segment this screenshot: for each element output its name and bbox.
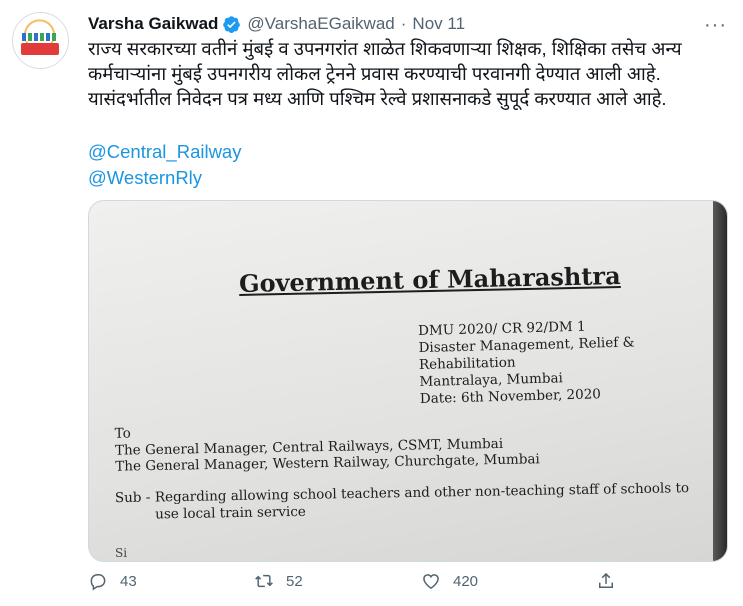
reply-icon bbox=[90, 574, 106, 591]
retweet-count: 52 bbox=[286, 572, 303, 590]
document-title: Government of Maharashtra bbox=[238, 261, 621, 298]
like-count: 420 bbox=[453, 572, 479, 590]
like-button[interactable]: 420 bbox=[421, 571, 478, 591]
subject-label: Sub - bbox=[114, 489, 151, 507]
document-cut-text: Si bbox=[115, 546, 128, 560]
reply-count: 43 bbox=[120, 572, 137, 590]
document-subject: Sub - Regarding allowing school teachers … bbox=[115, 480, 706, 524]
avatar-band bbox=[21, 43, 59, 55]
tweet-date[interactable]: Nov 11 bbox=[412, 14, 465, 34]
mention-western-rly[interactable]: @WesternRly bbox=[88, 167, 202, 189]
more-icon[interactable]: ··· bbox=[704, 14, 727, 37]
tweet-actions: 43 52 420 bbox=[88, 571, 648, 599]
verified-badge-icon bbox=[223, 15, 241, 33]
separator-dot: · bbox=[400, 14, 407, 33]
retweet-icon bbox=[255, 574, 273, 588]
retweet-button[interactable]: 52 bbox=[254, 571, 303, 591]
tweet-image[interactable]: Government of Maharashtra DMU 2020/ CR 9… bbox=[88, 200, 728, 562]
author-name[interactable]: Varsha Gaikwad bbox=[88, 14, 218, 34]
author-handle[interactable]: @VarshaEGaikwad bbox=[247, 14, 394, 34]
document-recipients: To The General Manager, Central Railways… bbox=[115, 418, 540, 475]
reply-button[interactable]: 43 bbox=[88, 571, 137, 591]
subject-text: Regarding allowing school teachers and o… bbox=[154, 480, 690, 523]
document-reference: DMU 2020/ CR 92/DM 1 Disaster Management… bbox=[418, 315, 727, 408]
share-button[interactable] bbox=[596, 571, 616, 591]
tweet-header: Varsha Gaikwad @VarshaEGaikwad · Nov 11 bbox=[88, 13, 733, 35]
document-photo: Government of Maharashtra DMU 2020/ CR 9… bbox=[89, 201, 727, 561]
tweet-text: राज्य सरकारच्या वतीनं मुंबई व उपनगरांत श… bbox=[88, 38, 682, 109]
mention-central-railway[interactable]: @Central_Railway bbox=[88, 141, 241, 163]
avatar-decoration bbox=[22, 33, 58, 41]
avatar[interactable] bbox=[12, 12, 69, 69]
share-icon bbox=[599, 572, 613, 588]
like-icon bbox=[423, 574, 439, 589]
